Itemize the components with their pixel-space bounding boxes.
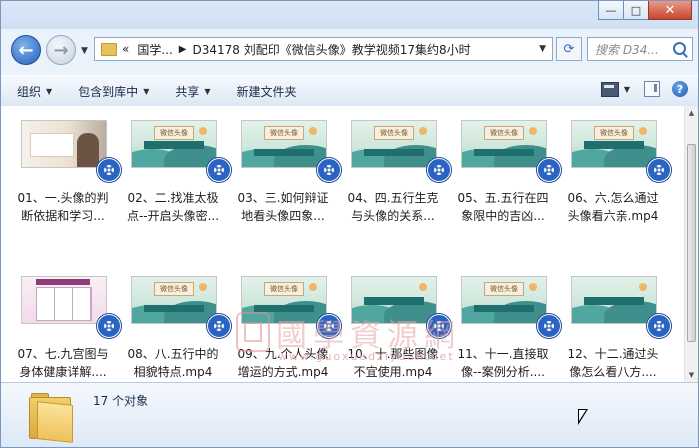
file-name: 02、二.找准太极 点--开启头像密...: [126, 191, 220, 223]
video-reel-icon: [647, 314, 671, 338]
scrollbar-thumb[interactable]: [687, 144, 696, 342]
title-bar: — □ ✕: [1, 1, 698, 29]
folder-icon: [29, 393, 73, 443]
chevron-down-icon: ▼: [143, 86, 150, 96]
file-item[interactable]: 10、十.那些图像 不宜使用.mp4: [339, 272, 451, 390]
breadcrumb-separator-icon[interactable]: ▶: [179, 44, 187, 55]
video-thumbnail: 微信头像: [461, 276, 547, 324]
video-reel-icon: [317, 314, 341, 338]
breadcrumb-overflow[interactable]: «: [122, 42, 129, 56]
video-reel-icon: [537, 314, 561, 338]
mouse-cursor-icon: [578, 409, 588, 425]
file-name: 03、三.如何辩证 地看头像四象...: [237, 191, 329, 223]
video-thumbnail: 微信头像: [131, 276, 217, 324]
file-name: 11、十一.直接取 像--案例分析....: [457, 347, 549, 379]
video-thumbnail: [21, 276, 107, 324]
back-arrow-icon[interactable]: ←: [11, 35, 41, 65]
video-reel-icon: [537, 158, 561, 182]
search-placeholder: 搜索 D34...: [595, 42, 659, 57]
video-reel-icon: [647, 158, 671, 182]
video-thumbnail: 微信头像: [461, 120, 547, 168]
folder-icon: [101, 42, 117, 56]
close-button[interactable]: ✕: [648, 1, 692, 20]
minimize-button[interactable]: —: [598, 1, 624, 20]
video-thumbnail: 微信头像: [131, 120, 217, 168]
change-view-icon[interactable]: [600, 81, 619, 97]
file-name: 05、五.五行在四 象限中的吉凶...: [457, 191, 549, 223]
recent-pages-chevron-icon[interactable]: ▼: [81, 46, 88, 56]
video-thumbnail: [21, 120, 107, 168]
include-in-library-label: 包含到库中: [78, 84, 139, 99]
file-name: 04、四.五行生克 与头像的关系...: [347, 191, 439, 223]
video-reel-icon: [207, 158, 231, 182]
toolbar-right-group: ▼ ?: [600, 81, 688, 97]
file-item[interactable]: 微信头像 09、九.个人头像 增运的方式.mp4: [229, 272, 341, 390]
forward-arrow-icon[interactable]: →: [46, 35, 76, 65]
file-item[interactable]: 01、一.头像的判 断依据和学习...: [9, 116, 121, 234]
video-thumbnail: 微信头像: [571, 120, 657, 168]
file-name: 09、九.个人头像 增运的方式.mp4: [237, 347, 329, 379]
new-folder-label: 新建文件夹: [236, 84, 297, 99]
file-name: 01、一.头像的判 断依据和学习...: [17, 191, 109, 223]
scroll-down-icon[interactable]: ▼: [685, 368, 698, 382]
share-menu[interactable]: 共享 ▼: [165, 79, 220, 103]
breadcrumb-current[interactable]: D34178 刘配印《微信头像》教学视频17集约8小时: [193, 41, 471, 58]
chevron-down-icon: ▼: [46, 86, 53, 96]
search-icon[interactable]: [673, 42, 686, 55]
file-name: 06、六.怎么通过 头像看六亲.mp4: [567, 191, 659, 223]
vertical-scrollbar[interactable]: ▲ ▼: [684, 106, 698, 382]
video-reel-icon: [97, 158, 121, 182]
video-reel-icon: [427, 314, 451, 338]
video-thumbnail: [571, 276, 657, 324]
file-item[interactable]: 微信头像 04、四.五行生克 与头像的关系...: [339, 116, 451, 234]
explorer-window: — □ ✕ ← → ▼ « 国学... ▶ D34178 刘配印《微信头像》教学…: [0, 0, 699, 448]
file-name: 07、七.九宫图与 身体健康详解....: [17, 347, 109, 379]
video-thumbnail: 微信头像: [241, 120, 327, 168]
organize-label: 组织: [17, 84, 42, 99]
chevron-down-icon[interactable]: ▼: [624, 85, 630, 94]
video-thumbnail: [351, 276, 437, 324]
address-bar[interactable]: « 国学... ▶ D34178 刘配印《微信头像》教学视频17集约8小时 ▼: [94, 37, 553, 61]
refresh-icon[interactable]: ⟳: [556, 37, 582, 61]
file-item[interactable]: 微信头像 03、三.如何辩证 地看头像四象...: [229, 116, 341, 234]
navigation-bar: ← → ▼ « 国学... ▶ D34178 刘配印《微信头像》教学视频17集约…: [1, 31, 698, 71]
file-item[interactable]: 微信头像 08、八.五行中的 相貌特点.mp4: [119, 272, 231, 390]
include-in-library-menu[interactable]: 包含到库中 ▼: [68, 79, 159, 103]
file-item[interactable]: 12、十二.通过头 像怎么看八方....: [559, 272, 671, 390]
help-icon[interactable]: ?: [672, 81, 688, 97]
video-thumbnail: 微信头像: [351, 120, 437, 168]
file-name: 12、十二.通过头 像怎么看八方....: [567, 347, 659, 379]
search-input[interactable]: 搜索 D34...: [587, 37, 693, 61]
command-toolbar: 组织 ▼ 包含到库中 ▼ 共享 ▼ 新建文件夹 ▼ ?: [1, 75, 698, 107]
breadcrumb-parent[interactable]: 国学...: [137, 41, 172, 58]
video-reel-icon: [427, 158, 451, 182]
file-item[interactable]: 微信头像 05、五.五行在四 象限中的吉凶...: [449, 116, 561, 234]
video-reel-icon: [207, 314, 231, 338]
item-count: 17 个对象: [93, 394, 149, 408]
video-reel-icon: [317, 158, 341, 182]
video-thumbnail: 微信头像: [241, 276, 327, 324]
file-item[interactable]: 微信头像 11、十一.直接取 像--案例分析....: [449, 272, 561, 390]
file-item[interactable]: 微信头像 02、二.找准太极 点--开启头像密...: [119, 116, 231, 234]
file-name: 10、十.那些图像 不宜使用.mp4: [347, 347, 439, 379]
organize-menu[interactable]: 组织 ▼: [7, 79, 62, 103]
chevron-down-icon: ▼: [204, 86, 211, 96]
file-list-area[interactable]: 01、一.头像的判 断依据和学习... 微信头像 02、二.找准太极 点--开启头像…: [1, 106, 684, 382]
address-dropdown-icon[interactable]: ▼: [539, 44, 546, 54]
scroll-up-icon[interactable]: ▲: [685, 106, 698, 120]
details-pane: 17 个对象: [1, 382, 698, 447]
share-label: 共享: [175, 84, 200, 99]
file-item[interactable]: 07、七.九宫图与 身体健康详解....: [9, 272, 121, 390]
window-controls: — □ ✕: [598, 1, 692, 20]
video-reel-icon: [97, 314, 121, 338]
new-folder-button[interactable]: 新建文件夹: [227, 79, 307, 103]
maximize-button[interactable]: □: [623, 1, 649, 20]
file-item[interactable]: 微信头像 06、六.怎么通过 头像看六亲.mp4: [559, 116, 671, 234]
file-name: 08、八.五行中的 相貌特点.mp4: [127, 347, 219, 379]
preview-pane-icon[interactable]: [644, 81, 660, 97]
